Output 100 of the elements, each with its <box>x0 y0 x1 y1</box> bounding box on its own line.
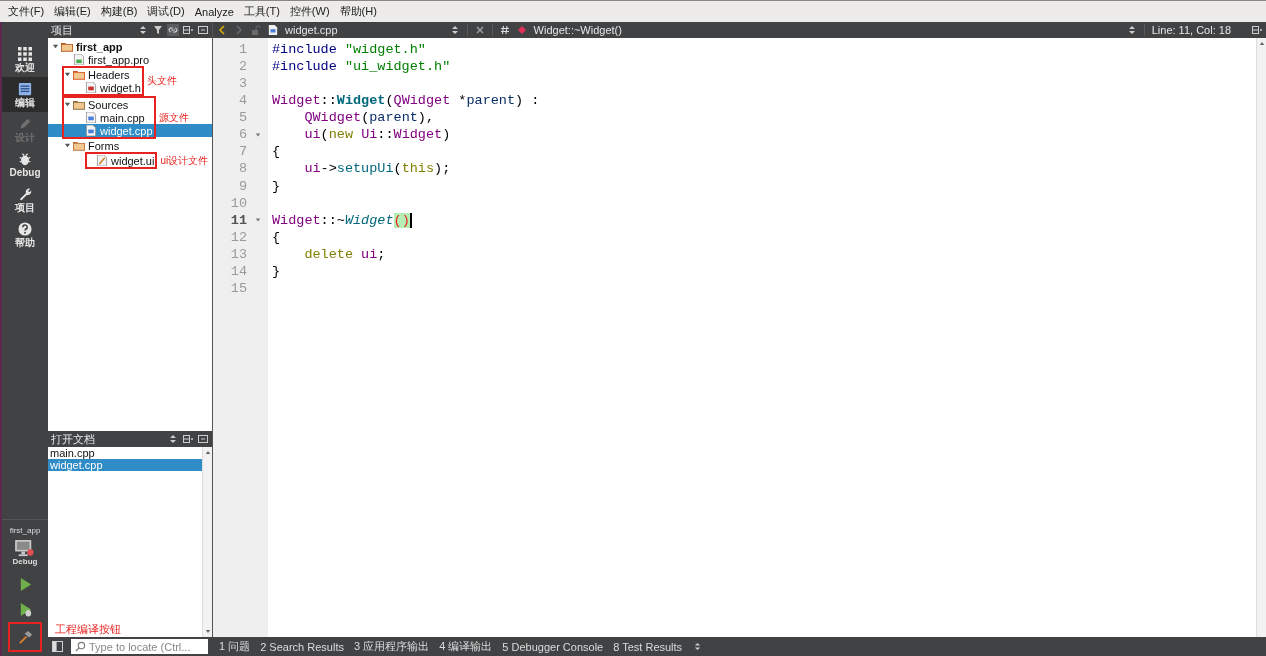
tree-item[interactable]: first_app.pro <box>48 53 212 66</box>
close-icon[interactable] <box>474 25 485 35</box>
menu-item[interactable]: Analyze <box>189 5 239 18</box>
menu-item[interactable]: 调试(D) <box>142 4 190 19</box>
output-tab[interactable]: 1 问题 <box>214 639 256 654</box>
expand-arrow-icon[interactable] <box>52 43 59 50</box>
output-tab[interactable]: 4 编译输出 <box>434 639 498 654</box>
annotation-note: 工程编译按钮 <box>55 622 121 637</box>
file-icon <box>268 25 278 35</box>
line-number: 4 <box>237 93 247 109</box>
hash-icon[interactable] <box>499 25 510 35</box>
tree-item[interactable]: Forms <box>48 139 212 152</box>
tree-item[interactable]: main.cpp <box>64 111 153 124</box>
split-icon[interactable] <box>182 24 194 36</box>
output-tab[interactable]: 2 Search Results <box>255 640 349 653</box>
line-number: 9 <box>237 178 247 194</box>
fold-arrow-icon[interactable] <box>254 217 261 224</box>
mode-button[interactable]: Debug <box>2 147 48 182</box>
pane-title: 项目 <box>51 22 73 38</box>
close-pane-icon[interactable] <box>197 433 209 445</box>
menu-item[interactable]: 帮助(H) <box>334 4 382 19</box>
tree-item[interactable]: widget.ui <box>87 154 155 167</box>
output-tab[interactable]: 8 Test Results <box>608 640 688 653</box>
menu-item[interactable]: 编辑(E) <box>49 4 96 19</box>
expand-arrow-icon[interactable] <box>64 101 71 108</box>
fold-arrow-icon[interactable] <box>254 131 261 138</box>
line-number: 15 <box>229 280 247 296</box>
split-icon[interactable] <box>182 433 194 445</box>
locator-field[interactable]: Type to locate (Ctrl... <box>71 639 208 654</box>
annotation-note: 头文件 <box>147 74 177 88</box>
line-number: 7 <box>237 144 247 160</box>
mode-button[interactable]: 编辑 <box>2 77 48 112</box>
hammer-icon <box>17 629 33 645</box>
filter-icon[interactable] <box>152 24 164 36</box>
sidebar-toggle-icon[interactable] <box>52 641 63 652</box>
line-number: 13 <box>229 246 247 262</box>
line-number: 12 <box>229 229 247 245</box>
expand-arrow-icon[interactable] <box>64 71 71 78</box>
menu-item[interactable]: 工具(T) <box>238 4 285 19</box>
folder-icon <box>73 99 85 110</box>
sort-icon[interactable] <box>693 642 703 651</box>
document-icon <box>18 81 32 96</box>
tree-item[interactable]: widget.h <box>64 81 141 94</box>
document-item[interactable]: main.cpp <box>48 447 202 459</box>
close-pane-icon[interactable] <box>197 24 209 36</box>
scroll-up-icon[interactable] <box>204 450 211 455</box>
line-number: 1 <box>237 42 247 58</box>
tree-item[interactable]: Headers <box>64 68 141 81</box>
scrollbar[interactable] <box>202 447 212 637</box>
file-name[interactable]: widget.cpp <box>285 24 338 36</box>
annotation-note: 源文件 <box>158 110 189 125</box>
code-line: ui->setupUi(this); <box>303 161 451 177</box>
build-button[interactable] <box>8 622 42 652</box>
pencil-icon <box>18 116 32 131</box>
pane-title: 打开文档 <box>51 431 95 447</box>
output-tab[interactable]: 5 Debugger Console <box>497 640 609 653</box>
project-name: first_app <box>8 526 42 535</box>
menu-item[interactable]: 控件(W) <box>284 4 335 19</box>
diamond-icon <box>516 25 527 35</box>
wrench-icon <box>18 186 32 201</box>
document-item[interactable]: widget.cpp <box>48 459 202 471</box>
split-icon[interactable] <box>1252 25 1262 35</box>
symbol-selector[interactable]: Widget::~Widget() <box>533 24 622 36</box>
target-selector[interactable]: Debug <box>2 535 48 572</box>
code-line: QWidget(parent), <box>303 110 435 126</box>
code-line: } <box>272 263 281 279</box>
text-cursor <box>409 212 412 228</box>
file-icon <box>96 155 108 166</box>
expand-arrow-icon[interactable] <box>64 142 71 149</box>
file-icon <box>73 54 85 65</box>
scrollbar[interactable] <box>1256 38 1266 637</box>
file-icon <box>85 125 97 136</box>
code-line: Widget::~Widget() <box>272 212 410 228</box>
line-number: 6 <box>237 127 247 143</box>
code-line: Widget::Widget(QWidget *parent) : <box>272 93 540 109</box>
cursor-position[interactable]: Line: 11, Col: 18 <box>1151 24 1231 36</box>
folder-icon <box>73 69 85 80</box>
tree-item[interactable]: Sources <box>64 98 153 111</box>
menu-item[interactable]: 文件(F) <box>3 4 50 19</box>
code-line: delete ui; <box>303 246 386 262</box>
grid-icon <box>18 46 32 61</box>
annotation-note: ui设计文件 <box>160 153 209 168</box>
line-number: 3 <box>237 76 247 92</box>
line-number: 2 <box>237 59 247 75</box>
mode-button[interactable]: 帮助 <box>2 217 48 252</box>
line-number: 11 <box>229 212 247 228</box>
line-number: 8 <box>237 161 247 177</box>
search-icon <box>75 641 86 652</box>
link-icon[interactable] <box>167 24 179 36</box>
code-line: { <box>272 229 281 245</box>
scroll-down-icon[interactable] <box>204 629 211 634</box>
file-icon <box>85 82 97 93</box>
bug-icon <box>18 151 32 166</box>
tree-item[interactable]: first_app <box>48 40 212 53</box>
mode-button[interactable]: 欢迎 <box>2 42 48 77</box>
mode-button[interactable]: 项目 <box>2 182 48 217</box>
menu-item[interactable]: 构建(B) <box>95 4 143 19</box>
scroll-up-icon[interactable] <box>1258 41 1265 46</box>
output-tab[interactable]: 3 应用程序输出 <box>348 639 435 654</box>
line-number: 10 <box>229 195 247 211</box>
